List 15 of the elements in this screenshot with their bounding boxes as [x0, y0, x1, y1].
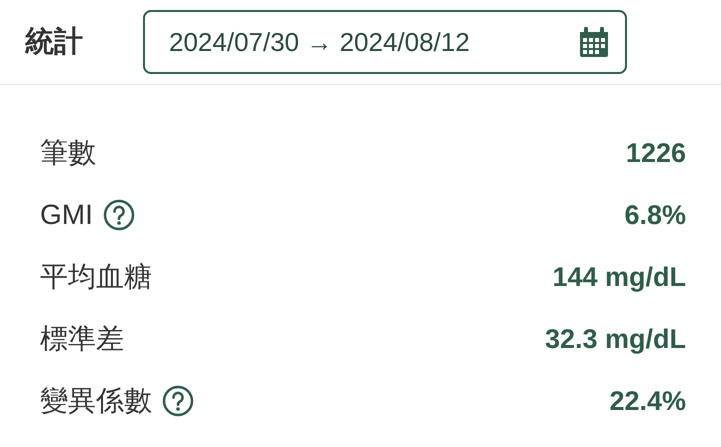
- page-title: 統計: [25, 25, 84, 60]
- help-icon[interactable]: [102, 199, 135, 231]
- stat-label: 筆數: [40, 136, 96, 170]
- stat-value: 22.4%: [609, 386, 686, 416]
- stat-label: 標準差: [40, 322, 124, 356]
- stat-label: GMI: [40, 199, 93, 231]
- stat-value: 6.8%: [624, 200, 686, 230]
- stat-value: 1226: [626, 138, 686, 168]
- stat-label: 平均血糖: [40, 260, 152, 294]
- date-range-field[interactable]: 2024/07/30 → 2024/08/12: [143, 10, 627, 74]
- calendar-icon: [577, 26, 611, 58]
- help-icon[interactable]: [162, 385, 194, 417]
- stat-label: 變異係數: [40, 384, 152, 418]
- stat-value: 32.3 mg/dL: [544, 324, 686, 354]
- stat-value: 144 mg/dL: [552, 262, 686, 292]
